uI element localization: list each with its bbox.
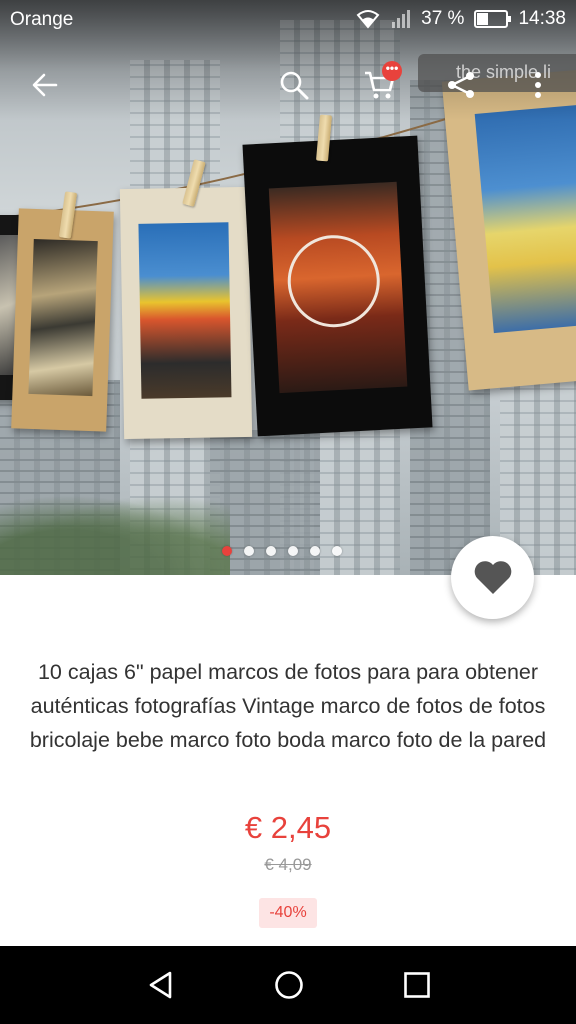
gallery-dot[interactable]: [266, 546, 276, 556]
clock: 14:38: [518, 8, 566, 29]
gallery-dot[interactable]: [288, 546, 298, 556]
product-price: € 2,45: [244, 810, 332, 845]
heart-icon: [474, 560, 511, 594]
original-price: € 4,09: [264, 855, 312, 874]
more-vertical-icon: [535, 72, 541, 98]
more-options-button[interactable]: [510, 55, 566, 115]
back-triangle-icon: [149, 971, 172, 999]
recents-square-icon: [404, 972, 430, 998]
gallery-dot[interactable]: [244, 546, 254, 556]
status-icons: 37 % 14:38: [355, 8, 566, 30]
gallery-dot[interactable]: [222, 546, 232, 556]
gallery-dot[interactable]: [332, 546, 342, 556]
battery-icon: [474, 10, 512, 28]
battery-percent: 37 %: [421, 8, 465, 29]
arrow-left-icon: [32, 73, 58, 97]
discount-badge: -40%: [259, 898, 317, 928]
share-icon: [448, 72, 474, 98]
cart-button[interactable]: •••: [352, 55, 408, 115]
carrier-label: Orange: [10, 9, 74, 30]
search-icon: [280, 71, 309, 100]
toolbar: •••: [0, 55, 576, 115]
favorite-button[interactable]: [451, 536, 534, 619]
system-navigation-bar: [0, 946, 576, 1024]
system-recents-button[interactable]: [377, 946, 457, 1024]
back-button[interactable]: [17, 55, 73, 115]
status-bar: Orange 37 % 14:38: [0, 0, 576, 40]
system-home-button[interactable]: [249, 946, 329, 1024]
product-detail-screen: Orange 37 % 14:38 the simple li ••• 10 c…: [0, 0, 576, 1024]
photo-frame: [242, 135, 433, 437]
search-button[interactable]: [266, 55, 322, 115]
signal-icon: [392, 10, 411, 28]
system-back-button[interactable]: [121, 946, 201, 1024]
trees: [0, 495, 230, 575]
photo-frame: [11, 208, 114, 432]
wifi-icon: [356, 10, 380, 29]
product-title: 10 cajas 6" papel marcos de fotos para p…: [29, 660, 547, 752]
share-button[interactable]: [433, 55, 489, 115]
home-circle-icon: [275, 971, 303, 999]
cart-notification-badge: •••: [382, 61, 402, 81]
photo-frame: [119, 186, 253, 440]
gallery-pager: [222, 546, 342, 556]
gallery-dot[interactable]: [310, 546, 320, 556]
